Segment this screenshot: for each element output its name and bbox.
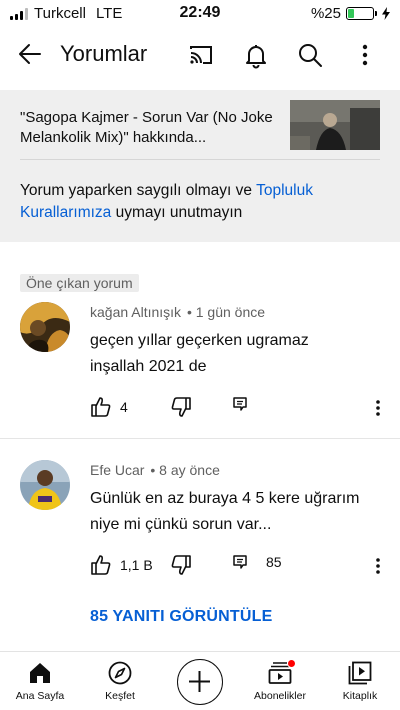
comment-text-line: inşallah 2021 de xyxy=(90,358,207,375)
dislike-button[interactable] xyxy=(170,396,192,418)
back-arrow-icon[interactable] xyxy=(16,40,44,68)
comment-author[interactable]: Efe Ucar xyxy=(90,462,144,478)
battery-group: %25 xyxy=(311,5,390,22)
avatar[interactable] xyxy=(20,302,70,352)
comment-options-icon[interactable] xyxy=(370,398,386,418)
battery-percent: %25 xyxy=(310,5,341,22)
community-guidelines-note: Yorum yaparken saygılı olmayı ve Toplulu… xyxy=(20,180,380,224)
thumbs-up-icon xyxy=(91,555,111,575)
library-icon xyxy=(348,661,372,685)
guidelines-text-after: uymayı unutmayın xyxy=(111,204,243,221)
status-bar: Turkcell LTE 22:49 %25 xyxy=(0,0,400,28)
page-title: Yorumlar xyxy=(60,41,148,66)
avatar-image xyxy=(20,460,70,510)
nav-home[interactable]: Ana Sayfa xyxy=(0,652,80,710)
thumbs-down-icon xyxy=(171,397,191,417)
comment-text-line: Günlük en az buraya 4 5 kere uğrarım xyxy=(90,490,360,507)
thumbs-up-icon xyxy=(91,397,111,417)
comment-text-line: niye mi çünkü sorun var... xyxy=(90,516,272,533)
battery-fill xyxy=(348,9,354,18)
app-header: Yorumlar xyxy=(0,28,400,84)
reply-count: 85 xyxy=(266,554,282,570)
nav-label: Kitaplık xyxy=(342,690,378,702)
video-info-panel: "Sagopa Kajmer - Sorun Var (No Joke Mela… xyxy=(0,90,400,242)
battery-icon xyxy=(346,7,377,20)
charging-icon xyxy=(382,7,390,20)
video-title: "Sagopa Kajmer - Sorun Var (No Joke Mela… xyxy=(20,109,273,146)
home-icon xyxy=(30,663,50,683)
comment-text-line: geçen yıllar geçerken ugramaz xyxy=(90,332,309,349)
nav-label: Ana Sayfa xyxy=(15,690,65,702)
comment-actions: 1,1 B 85 xyxy=(90,554,390,578)
comment-options-icon[interactable] xyxy=(370,556,386,576)
like-count: 4 xyxy=(120,399,128,415)
like-button[interactable]: 4 xyxy=(90,396,128,418)
thumbnail-image xyxy=(290,100,380,150)
like-count: 1,1 B xyxy=(120,557,153,573)
like-button[interactable]: 1,1 B xyxy=(90,554,153,576)
add-icon xyxy=(189,671,210,692)
avatar[interactable] xyxy=(20,460,70,510)
explore-icon xyxy=(108,661,132,685)
nav-label: Keşfet xyxy=(105,690,135,702)
nav-explore[interactable]: Keşfet xyxy=(80,652,160,710)
comment-text: Günlük en az buraya 4 5 kere uğrarım niy… xyxy=(90,486,390,538)
search-icon[interactable] xyxy=(295,40,325,70)
reply-button[interactable] xyxy=(232,396,248,412)
more-vert-icon[interactable] xyxy=(350,40,380,70)
comment-meta: kağan Altınışık • 1 gün önce xyxy=(90,304,265,320)
comment-actions: 4 xyxy=(90,396,390,420)
comment-text: geçen yıllar geçerken ugramaz inşallah 2… xyxy=(90,328,390,380)
featured-comment-badge: Öne çıkan yorum xyxy=(20,274,139,292)
video-thumbnail xyxy=(290,100,380,150)
notification-dot xyxy=(287,659,296,668)
guidelines-text-before: Yorum yaparken saygılı olmayı ve xyxy=(20,182,257,199)
comment-time: • 8 ay önce xyxy=(150,462,220,478)
comment-time: • 1 gün önce xyxy=(186,304,266,320)
nav-label: Abonelikler xyxy=(254,690,306,702)
nav-subscriptions[interactable]: Abonelikler xyxy=(240,652,320,710)
reply-icon xyxy=(233,397,247,411)
comment-meta: Efe Ucar • 8 ay önce xyxy=(90,462,220,478)
reply-icon xyxy=(233,555,247,569)
dislike-button[interactable] xyxy=(170,554,192,576)
bottom-nav: Ana Sayfa Keşfet Abonelikler Kitaplık xyxy=(0,651,400,710)
reply-button[interactable]: 85 xyxy=(232,554,282,570)
nav-library[interactable]: Kitaplık xyxy=(320,652,400,710)
create-button[interactable] xyxy=(177,659,223,705)
comment-divider xyxy=(0,438,400,439)
video-row[interactable]: "Sagopa Kajmer - Sorun Var (No Joke Mela… xyxy=(20,100,380,160)
avatar-image xyxy=(20,302,70,352)
cast-icon[interactable] xyxy=(186,40,216,70)
comment-author[interactable]: kağan Altınışık xyxy=(90,304,181,320)
thumbs-down-icon xyxy=(171,555,191,575)
view-replies-button[interactable]: 85 YANITI GÖRÜNTÜLE xyxy=(90,608,273,626)
bell-icon[interactable] xyxy=(241,40,271,70)
